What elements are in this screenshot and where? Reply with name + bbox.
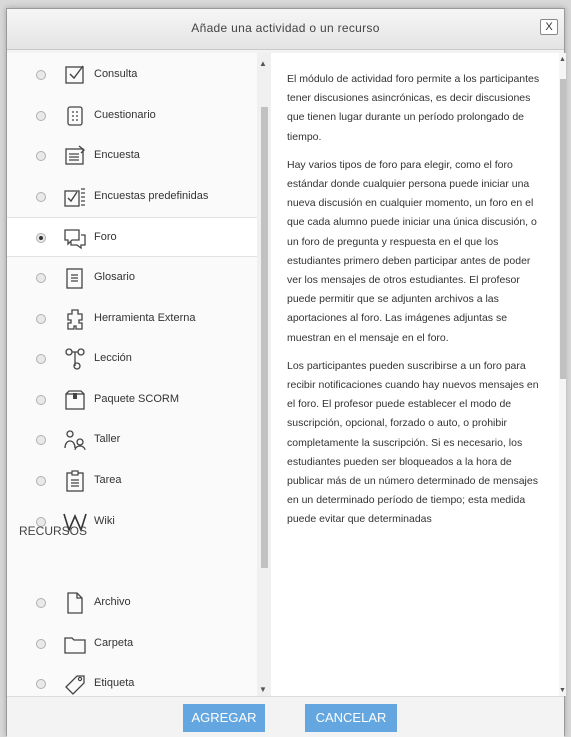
module-option[interactable]: Carpeta xyxy=(7,624,257,664)
module-option[interactable]: Paquete SCORM xyxy=(7,380,257,420)
module-radio[interactable] xyxy=(36,476,46,486)
module-option-label: Foro xyxy=(94,231,117,244)
module-option[interactable]: Lección xyxy=(7,339,257,379)
quiz-icon xyxy=(63,104,87,128)
resources-heading: RECURSOS xyxy=(19,524,88,538)
folder-icon xyxy=(63,632,87,656)
close-button[interactable]: X xyxy=(540,19,558,35)
module-radio[interactable] xyxy=(36,191,46,202)
module-radio[interactable] xyxy=(36,313,46,324)
external-tool-icon xyxy=(63,307,87,331)
module-radio[interactable] xyxy=(36,394,46,405)
module-option[interactable]: Encuesta xyxy=(7,136,257,176)
module-radio[interactable] xyxy=(36,679,46,690)
module-option[interactable]: Glosario xyxy=(7,258,257,298)
module-option[interactable]: Archivo xyxy=(7,583,257,623)
module-option[interactable]: Herramienta Externa xyxy=(7,299,257,339)
list-scroll-down-icon[interactable]: ▼ xyxy=(259,685,267,694)
module-option[interactable]: Cuestionario xyxy=(7,96,257,136)
module-option-label: Wiki xyxy=(94,514,115,527)
add-button[interactable]: AGREGAR xyxy=(183,704,265,732)
lesson-icon xyxy=(63,347,87,371)
module-option-label: Carpeta xyxy=(94,636,134,649)
module-option-label: Etiqueta xyxy=(94,677,135,690)
module-radio[interactable] xyxy=(36,70,46,80)
module-option-label: Lección xyxy=(94,352,132,365)
scorm-package-icon xyxy=(63,388,87,412)
module-radio[interactable] xyxy=(36,598,46,608)
choice-icon xyxy=(63,63,87,87)
module-option-label: Consulta xyxy=(94,68,138,80)
module-radio[interactable] xyxy=(36,435,46,446)
cancel-button[interactable]: CANCELAR xyxy=(305,704,397,732)
description-scroll-up-icon[interactable]: ▲ xyxy=(559,56,566,63)
file-icon xyxy=(63,591,87,615)
survey-icon xyxy=(63,144,87,168)
module-radio[interactable] xyxy=(36,233,46,244)
module-option-label: Archivo xyxy=(94,596,131,608)
description-paragraph: El módulo de actividad foro permite a lo… xyxy=(287,73,540,143)
module-option-label: Encuestas predefinidas xyxy=(94,189,209,202)
dialog-titlebar: Añade una actividad o un recurso X xyxy=(7,9,564,50)
description-paragraph: Hay varios tipos de foro para elegir, co… xyxy=(287,158,537,344)
glossary-icon xyxy=(63,266,87,290)
module-option-label: Glosario xyxy=(94,271,135,283)
description-text: El módulo de actividad foro permite a lo… xyxy=(287,70,545,539)
dialog-footer: AGREGAR CANCELAR xyxy=(7,696,564,737)
module-option[interactable]: Tarea xyxy=(7,461,257,501)
module-option-label: Encuesta xyxy=(94,149,140,162)
module-radio[interactable] xyxy=(36,354,46,365)
module-option-label: Herramienta Externa xyxy=(94,311,196,324)
module-option[interactable]: Consulta xyxy=(7,55,257,95)
module-radio[interactable] xyxy=(36,273,46,283)
dialog-title: Añade una actividad o un recurso xyxy=(191,21,380,35)
description-scrollbar-thumb[interactable] xyxy=(560,79,566,379)
module-option[interactable]: Taller xyxy=(7,420,257,460)
module-option-label: Taller xyxy=(94,433,121,446)
add-activity-dialog: Añade una actividad o un recurso X ▲ Con… xyxy=(6,8,566,737)
list-scrollbar-thumb[interactable] xyxy=(261,107,268,568)
label-icon xyxy=(63,672,87,696)
description-paragraph: Los participantes pueden suscribirse a u… xyxy=(287,359,539,526)
module-option[interactable]: Encuestas predefinidas xyxy=(7,177,257,217)
module-radio[interactable] xyxy=(36,151,46,162)
module-option-label: Paquete SCORM xyxy=(94,392,179,405)
workshop-icon xyxy=(63,428,87,452)
forum-icon xyxy=(63,226,87,250)
description-scroll-down-icon[interactable]: ▼ xyxy=(559,687,566,694)
module-radio[interactable] xyxy=(36,638,46,649)
module-option[interactable]: Foro xyxy=(7,217,257,258)
list-scroll-up-icon[interactable]: ▲ xyxy=(259,59,267,68)
module-description: El módulo de actividad foro permite a lo… xyxy=(271,53,559,696)
module-radio[interactable] xyxy=(36,110,46,121)
assignment-icon xyxy=(63,469,87,493)
module-option-label: Cuestionario xyxy=(94,108,156,121)
predefined-survey-icon xyxy=(63,185,87,209)
module-option-label: Tarea xyxy=(94,474,122,486)
